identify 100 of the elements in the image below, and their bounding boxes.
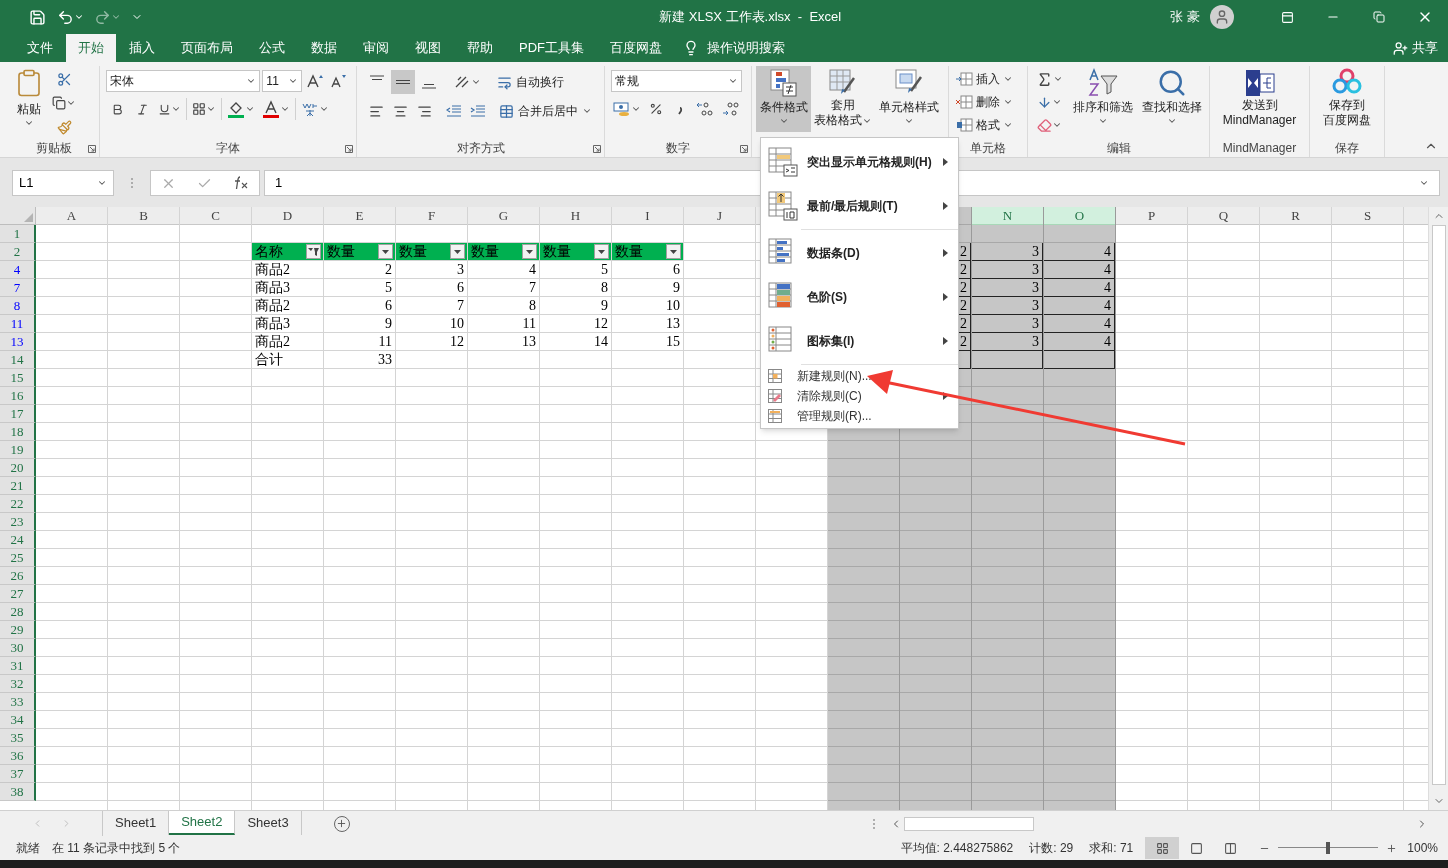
merge-center-button[interactable]: 合并后居中: [499, 100, 592, 122]
row-header[interactable]: 31: [0, 657, 36, 675]
row-header[interactable]: 28: [0, 603, 36, 621]
ribbon-tab[interactable]: 开始: [66, 34, 116, 62]
row-header[interactable]: 23: [0, 513, 36, 531]
row-header[interactable]: 38: [0, 783, 36, 801]
filter-button[interactable]: [306, 244, 321, 259]
row-header[interactable]: 13: [0, 333, 36, 351]
row-header[interactable]: 30: [0, 639, 36, 657]
row-header[interactable]: 19: [0, 441, 36, 459]
filter-button[interactable]: [450, 244, 465, 259]
row-header[interactable]: 21: [0, 477, 36, 495]
row-header[interactable]: 37: [0, 765, 36, 783]
row-header[interactable]: 27: [0, 585, 36, 603]
column-header[interactable]: N: [972, 207, 1043, 225]
row-header[interactable]: 26: [0, 567, 36, 585]
ribbon-tab[interactable]: 审阅: [350, 34, 402, 62]
send-to-mindmanager-button[interactable]: 发送到 MindManager: [1210, 66, 1309, 139]
ribbon-tab[interactable]: 百度网盘: [597, 34, 675, 62]
column-header[interactable]: S: [1332, 207, 1403, 225]
column-header[interactable]: A: [36, 207, 107, 225]
menu-item[interactable]: 突出显示单元格规则(H): [761, 140, 958, 184]
sheet-tab[interactable]: Sheet2: [169, 811, 236, 835]
font-size-field[interactable]: 11: [262, 70, 302, 92]
save-to-cloud-button[interactable]: 保存到 百度网盘: [1310, 66, 1384, 139]
column-header[interactable]: D: [252, 207, 323, 225]
insert-function-button[interactable]: [232, 176, 249, 190]
avatar[interactable]: [1210, 5, 1234, 29]
row-header[interactable]: 36: [0, 747, 36, 765]
share-button[interactable]: 共享: [1393, 34, 1438, 62]
filter-button[interactable]: [594, 244, 609, 259]
font-name-field[interactable]: 宋体: [106, 70, 261, 92]
row-header[interactable]: 16: [0, 387, 36, 405]
find-select-button[interactable]: 查找和选择: [1140, 66, 1203, 139]
row-header[interactable]: 11: [0, 315, 36, 333]
row-header[interactable]: 33: [0, 693, 36, 711]
undo-button[interactable]: [57, 8, 84, 26]
column-header[interactable]: O: [1044, 207, 1115, 225]
dialog-launcher-icon[interactable]: [593, 145, 601, 153]
ribbon-tab[interactable]: 数据: [298, 34, 350, 62]
column-header[interactable]: R: [1260, 207, 1331, 225]
row-header[interactable]: 4: [0, 261, 36, 279]
dialog-launcher-icon[interactable]: [88, 145, 96, 153]
column-header[interactable]: J: [684, 207, 755, 225]
row-header[interactable]: 32: [0, 675, 36, 693]
column-header[interactable]: G: [468, 207, 539, 225]
row-header[interactable]: 25: [0, 549, 36, 567]
row-header[interactable]: 18: [0, 423, 36, 441]
row-header[interactable]: 34: [0, 711, 36, 729]
align-middle-button[interactable]: [391, 70, 415, 94]
zoom-in-button[interactable]: [1386, 842, 1398, 854]
column-header[interactable]: F: [396, 207, 467, 225]
ribbon-tab[interactable]: PDF工具集: [506, 34, 597, 62]
conditional-formatting-button[interactable]: 条件格式: [756, 66, 812, 132]
ribbon-tab[interactable]: 公式: [246, 34, 298, 62]
column-header[interactable]: B: [108, 207, 179, 225]
column-header[interactable]: E: [324, 207, 395, 225]
row-header[interactable]: 8: [0, 297, 36, 315]
column-header[interactable]: I: [612, 207, 683, 225]
format-as-table-button[interactable]: 套用 表格格式: [813, 66, 873, 132]
wrap-text-button[interactable]: 自动换行: [497, 71, 564, 93]
row-header[interactable]: 14: [0, 351, 36, 369]
sheet-tab[interactable]: Sheet3: [235, 811, 302, 835]
filter-button[interactable]: [522, 244, 537, 259]
format-button[interactable]: 格式: [955, 114, 1021, 136]
tell-me-search[interactable]: 操作说明搜索: [683, 34, 785, 62]
paste-button[interactable]: 粘贴: [8, 66, 50, 139]
zoom-slider[interactable]: [1276, 842, 1381, 854]
ribbon-tab[interactable]: 文件: [14, 34, 66, 62]
row-header[interactable]: 24: [0, 531, 36, 549]
row-header[interactable]: 7: [0, 279, 36, 297]
row-header[interactable]: 35: [0, 729, 36, 747]
cell-styles-button[interactable]: 单元格样式: [874, 66, 944, 132]
dialog-launcher-icon[interactable]: [345, 145, 353, 153]
column-header[interactable]: Q: [1188, 207, 1259, 225]
sort-filter-button[interactable]: 排序和筛选: [1071, 66, 1134, 139]
row-header[interactable]: 29: [0, 621, 36, 639]
ribbon-tab[interactable]: 帮助: [454, 34, 506, 62]
insert-button[interactable]: 插入: [955, 68, 1021, 90]
row-header[interactable]: 22: [0, 495, 36, 513]
vertical-scrollbar[interactable]: [1428, 207, 1448, 810]
save-button[interactable]: [28, 7, 47, 27]
column-header[interactable]: C: [180, 207, 251, 225]
name-box[interactable]: L1: [12, 170, 114, 196]
row-header[interactable]: 20: [0, 459, 36, 477]
normal-view-button[interactable]: [1145, 837, 1180, 859]
ribbon-tab[interactable]: 视图: [402, 34, 454, 62]
delete-button[interactable]: 删除: [955, 91, 1021, 113]
selected-column[interactable]: N 3 3 3 3 3 3: [972, 207, 1044, 810]
filter-button[interactable]: [378, 244, 393, 259]
column-header[interactable]: H: [540, 207, 611, 225]
row-header[interactable]: 2: [0, 243, 36, 261]
row-header[interactable]: 15: [0, 369, 36, 387]
row-header[interactable]: 1: [0, 225, 36, 243]
selected-column[interactable]: O 4 4 4 4 4 4: [1044, 207, 1116, 810]
column-header[interactable]: P: [1116, 207, 1187, 225]
filter-button[interactable]: [666, 244, 681, 259]
dialog-launcher-icon[interactable]: [740, 145, 748, 153]
ribbon-tab[interactable]: 页面布局: [168, 34, 246, 62]
ribbon-tab[interactable]: 插入: [116, 34, 168, 62]
